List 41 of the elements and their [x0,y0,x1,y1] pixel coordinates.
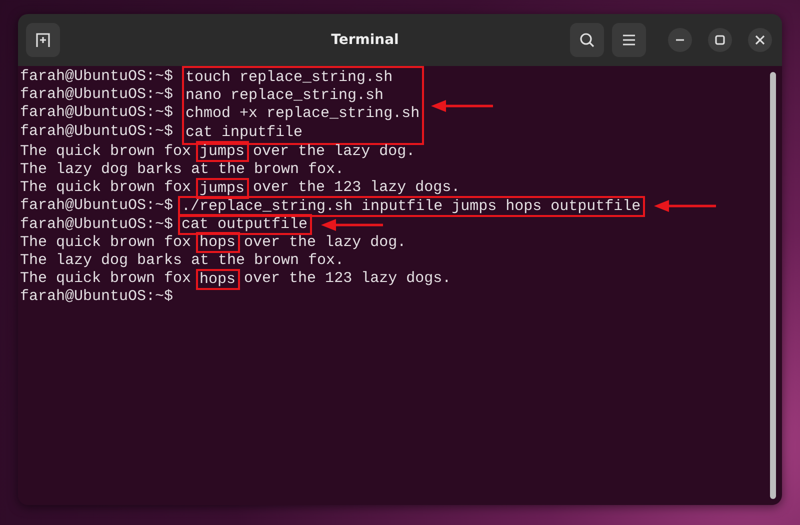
output-text: The quick brown fox [20,142,192,161]
output-text: The lazy dog barks at the brown fox. [20,160,344,180]
minimize-button[interactable] [668,28,692,52]
maximize-icon [715,35,725,45]
prompt: farah@UbuntuOS:~$ [20,68,174,86]
highlighted-text: ./replace_string.sh inputfile jumps hops outputfile [178,196,645,217]
minimize-icon [675,39,685,41]
highlighted-text: cat outputfile [178,214,312,236]
output-text: over the 123 lazy dogs. [243,270,452,288]
prompt: farah@UbuntuOS:~$ [20,197,174,216]
output-text: The quick brown fox [20,179,192,198]
output-text: over the 123 lazy dogs. [252,179,460,198]
output-text: over the lazy dog. [252,142,416,161]
highlighted-text: hops [196,268,240,290]
output-text: The quick brown fox [20,234,192,252]
search-button[interactable] [570,23,604,57]
maximize-button[interactable] [708,28,732,52]
highlighted-text: jumps [196,141,249,162]
prompt: farah@UbuntuOS:~$ [20,216,174,234]
scrollbar[interactable] [770,72,776,499]
command-text: cat inputfile [186,124,303,142]
menu-icon [622,34,636,46]
prompt: farah@UbuntuOS:~$ [20,288,174,306]
output-text: The lazy dog barks at the brown fox. [20,252,344,270]
window-title: Terminal [330,32,400,48]
close-icon [755,35,765,45]
command-text: chmod +x replace_string.sh [186,105,420,124]
output-text: The quick brown fox [20,270,192,288]
output-text: over the lazy dog. [243,234,406,252]
highlighted-text: hops [196,232,240,254]
prompt: farah@UbuntuOS:~$ [20,122,174,141]
prompt: farah@UbuntuOS:~$ [20,104,174,123]
command-text: touch replace_string.sh [186,69,393,88]
close-button[interactable] [748,28,772,52]
menu-button[interactable] [612,23,646,57]
prompt: farah@UbuntuOS:~$ [20,86,174,104]
search-icon [579,32,595,48]
command-text: nano replace_string.sh [186,87,384,106]
new-tab-button[interactable] [26,23,60,57]
new-tab-icon [35,32,51,48]
highlighted-text: jumps [196,178,249,199]
